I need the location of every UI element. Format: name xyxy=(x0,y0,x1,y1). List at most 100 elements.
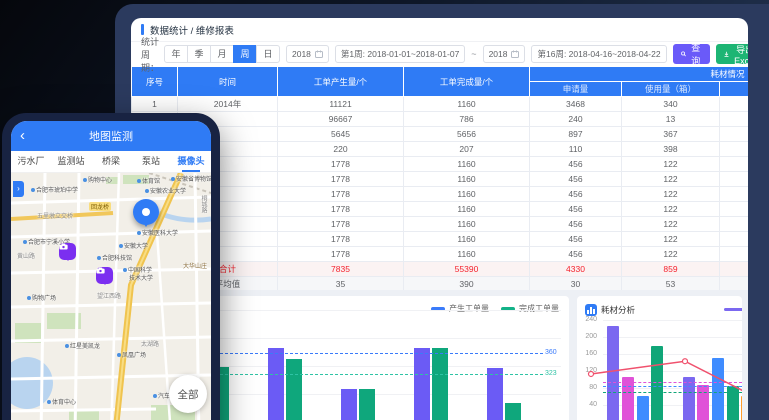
desktop-panel: 数据统计 / 维修报表 统计周期： 年季月周日 2018 第1周: 2018-0… xyxy=(131,18,748,420)
poi-icon xyxy=(83,178,87,182)
table-cell: 1 xyxy=(132,97,178,112)
poi-icon xyxy=(65,344,69,348)
table-cell: 4330 xyxy=(530,262,622,277)
table-cell: 1778 xyxy=(278,247,404,262)
map-all-button[interactable]: 全部 xyxy=(169,375,207,413)
back-icon[interactable]: ‹ xyxy=(20,122,25,150)
breadcrumb-accent xyxy=(141,24,144,35)
poi-icon xyxy=(47,400,51,404)
selected-camera-marker[interactable] xyxy=(133,199,159,225)
camera-marker[interactable] xyxy=(96,267,113,284)
table-cell: 456 xyxy=(530,232,622,247)
table-cell: 1160 xyxy=(404,247,530,262)
group-header: 耗材情况 xyxy=(530,67,749,82)
poi-icon xyxy=(97,256,101,260)
column-header: 时间 xyxy=(178,67,278,97)
map-view[interactable]: › 购物中心体育馆安徽农业大学安徽省博物馆合肥市琥珀中学桐城路五里墩立交桥回龙桥… xyxy=(11,173,211,420)
phone-tab-摄像头[interactable]: 摄像头 xyxy=(171,151,211,172)
table-cell: 1778 xyxy=(278,187,404,202)
map-label: 体育中心 xyxy=(47,397,76,406)
camera-icon xyxy=(96,267,105,274)
table-cell: 456 xyxy=(530,187,622,202)
sub-column-header: 申请量 xyxy=(530,82,622,97)
query-button[interactable]: 查询 xyxy=(673,44,710,64)
phone-tab-监测站[interactable]: 监测站 xyxy=(51,151,91,172)
period-option[interactable]: 月 xyxy=(210,45,234,63)
poi-icon xyxy=(137,179,141,183)
phone-tab-泵站[interactable]: 泵站 xyxy=(131,151,171,172)
table-cell: 122 xyxy=(622,232,720,247)
poi-icon xyxy=(145,189,149,193)
camera-marker[interactable] xyxy=(59,243,76,260)
table-cell: 786 xyxy=(404,112,530,127)
material-chart-legend-dash[interactable] xyxy=(724,308,742,311)
poi-icon xyxy=(117,353,121,357)
material-bar xyxy=(637,396,649,420)
week-from-value: 第1周: 2018-01-01~2018-01-07 xyxy=(341,48,459,60)
calendar-icon xyxy=(511,50,519,58)
map-label: 红星美凯龙 xyxy=(65,341,100,350)
y-axis-tick: 200 xyxy=(577,333,597,340)
table-cell: 5656 xyxy=(404,127,530,142)
table-cell: 456 xyxy=(530,217,622,232)
table-cell: 456 xyxy=(530,157,622,172)
phone-tab-桥梁[interactable]: 桥梁 xyxy=(91,151,131,172)
bar-completed xyxy=(432,348,448,420)
table-cell: 122 xyxy=(622,217,720,232)
period-segment: 年季月周日 xyxy=(165,45,280,63)
material-bar xyxy=(683,377,695,420)
bar-completed xyxy=(505,403,521,420)
week-to-value: 第16周: 2018-04-16~2018-04-22 xyxy=(537,48,660,60)
bar-produced xyxy=(341,389,357,420)
table-cell: 220 xyxy=(278,142,404,157)
y-axis-tick: 40 xyxy=(577,401,597,408)
map-label: 回龙桥 xyxy=(89,202,111,211)
map-label: 合肥市琥珀中学 xyxy=(31,185,78,194)
period-option[interactable]: 周 xyxy=(233,45,257,63)
year-to-select[interactable]: 2018 xyxy=(483,45,526,63)
bar-produced xyxy=(268,348,284,420)
period-option[interactable]: 日 xyxy=(256,45,280,63)
table-row: 11177811604561227967 xyxy=(132,247,749,262)
table-cell: 110 xyxy=(530,142,622,157)
page-background: 数据统计 / 维修报表 统计周期： 年季月周日 2018 第1周: 2018-0… xyxy=(0,0,769,420)
year-from-select[interactable]: 2018 xyxy=(286,45,329,63)
table-row: 8177811604561227967 xyxy=(132,202,749,217)
legend-label: 产生工单量 xyxy=(449,303,489,314)
breadcrumb-text: 数据统计 / 维修报表 xyxy=(150,23,234,37)
table-cell: 2014年 xyxy=(178,97,278,112)
table-row: 296667786240137650 xyxy=(132,112,749,127)
week-from-input[interactable]: 第1周: 2018-01-01~2018-01-07 xyxy=(335,45,465,63)
marker-core xyxy=(142,208,150,216)
table-cell: 122 xyxy=(622,202,720,217)
reference-line-label: 360 xyxy=(545,349,565,356)
filter-bar: 统计周期： 年季月周日 2018 第1周: 2018-01-01~2018-01… xyxy=(131,42,748,66)
table-cell: 1778 xyxy=(278,217,404,232)
query-button-label: 查询 xyxy=(690,41,702,67)
table-cell: 124 xyxy=(720,127,749,142)
table-row: 356455656897367124125 xyxy=(132,127,749,142)
charts-section: 产生工单量完成工单量 360323 耗材分析 2402001601208040 xyxy=(131,290,748,420)
legend-item[interactable]: 完成工单量 xyxy=(501,303,559,314)
grid-line xyxy=(603,337,742,338)
material-chart-title: 耗材分析 xyxy=(601,304,635,316)
period-label: 统计周期： xyxy=(141,35,159,74)
poi-icon xyxy=(137,231,141,235)
map-label: 太湖路 xyxy=(141,339,159,348)
table-cell: 1778 xyxy=(278,232,404,247)
period-option[interactable]: 季 xyxy=(187,45,211,63)
bar-produced xyxy=(487,368,503,420)
period-option[interactable]: 年 xyxy=(164,45,188,63)
legend-item[interactable]: 产生工单量 xyxy=(431,303,489,314)
map-label: 安徽农业大学 xyxy=(145,186,186,195)
table-cell: 13 xyxy=(622,112,720,127)
report-table: 序号时间工单产生量/个工单完成量/个耗材情况申请量使用量（箱）库存量金额1201… xyxy=(131,66,748,292)
table-cell: 122 xyxy=(622,187,720,202)
phone-tab-污水厂[interactable]: 污水厂 xyxy=(11,151,51,172)
table-cell: 398 xyxy=(622,142,720,157)
week-to-input[interactable]: 第16周: 2018-04-16~2018-04-22 xyxy=(531,45,666,63)
export-excel-button[interactable]: 导出Excel xyxy=(716,44,748,64)
map-expand-button[interactable]: › xyxy=(13,181,24,197)
map-label: 合肥科技馆 xyxy=(97,253,132,262)
poi-icon xyxy=(171,177,175,181)
